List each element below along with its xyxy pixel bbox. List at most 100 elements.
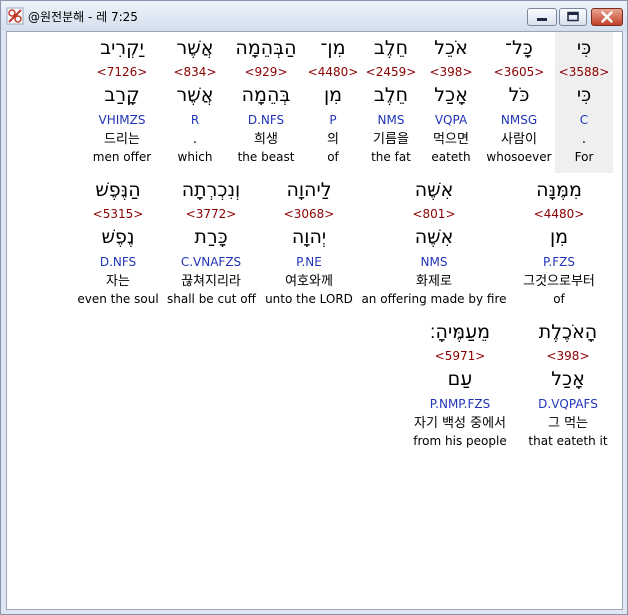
english-gloss: of bbox=[553, 292, 565, 306]
korean-gloss: . bbox=[192, 132, 198, 147]
minimize-icon bbox=[537, 18, 547, 21]
word-column[interactable]: מִן־ <4480> מִן P 의 of bbox=[306, 32, 360, 173]
korean-gloss: 그것으로부터 bbox=[523, 274, 595, 289]
word-column[interactable]: כָּל־ <3605> כֹּל NMSG 사람이 whosoever bbox=[483, 32, 555, 173]
maximize-icon bbox=[567, 11, 579, 22]
word-column[interactable]: יַקְרִיב <7126> קָרַב VHIMZS 드리는 men off… bbox=[87, 32, 157, 173]
word-column[interactable]: מִמֶּנָּה <4480> מִן P.FZS 그것으로부터 of bbox=[507, 174, 611, 315]
word-column[interactable]: הָאֹכֶלֶת <398> אָכַל D.VQPAFS 그 먹는 that… bbox=[527, 316, 609, 457]
strong-number: <7126> bbox=[96, 65, 148, 79]
korean-gloss: 끊쳐지리라 bbox=[181, 274, 241, 289]
morphology-code: P.NMP.FZS bbox=[429, 397, 491, 411]
word-column[interactable]: לַיהוָה <3068> יְהוָה P.NE 여호와께 unto the… bbox=[256, 174, 362, 315]
strong-number: <2459> bbox=[365, 65, 417, 79]
interlinear-panel[interactable]: כִּי <3588> כִּי C . For כָּל־ <3605> כֹ… bbox=[6, 31, 623, 610]
morphology-code: VQPA bbox=[434, 113, 468, 127]
english-gloss: men offer bbox=[92, 150, 152, 164]
hebrew-surface-word: כִּי bbox=[576, 37, 592, 59]
hebrew-surface-word: הָאֹכֶלֶת bbox=[538, 321, 598, 343]
word-column[interactable]: הַבְּהֵמָה <929> בְּהֵמָה D.NFS 희생 the b… bbox=[226, 32, 306, 173]
hebrew-surface-word: מֵעַמֶּיהָ׃ bbox=[429, 321, 491, 343]
english-gloss: unto the LORD bbox=[265, 292, 353, 306]
word-column[interactable]: הַנֶּפֶשׁ <5315> נֶפֶשׁ D.NFS 자는 even th… bbox=[77, 174, 159, 315]
morphology-code: NMS bbox=[420, 255, 448, 269]
english-gloss: eateth bbox=[431, 150, 471, 164]
morphology-code: VHIMZS bbox=[98, 113, 146, 127]
hebrew-lemma: נֶפֶשׁ bbox=[101, 226, 135, 248]
maximize-button[interactable] bbox=[559, 8, 587, 26]
english-gloss: the beast bbox=[237, 150, 295, 164]
english-gloss: the fat bbox=[371, 150, 411, 164]
hebrew-lemma: יְהוָה bbox=[291, 226, 327, 248]
hebrew-lemma: אֲשֶׁר bbox=[176, 84, 214, 106]
word-column[interactable]: מֵעַמֶּיהָ׃ <5971> עַם P.NMP.FZS 자기 백성 중… bbox=[397, 316, 523, 457]
morphology-code: R bbox=[190, 113, 200, 127]
close-button[interactable] bbox=[591, 8, 623, 26]
english-gloss: whosoever bbox=[486, 150, 552, 164]
morphology-code: NMS bbox=[377, 113, 405, 127]
morphology-code: C bbox=[579, 113, 589, 127]
hebrew-surface-word: אִשֶּׁה bbox=[414, 179, 454, 201]
hebrew-lemma: אָכַל bbox=[434, 84, 468, 106]
word-column[interactable]: חֵלֶב <2459> חֵלֶב NMS 기름을 the fat bbox=[361, 32, 421, 173]
hebrew-lemma: כָּרַת bbox=[194, 226, 228, 248]
english-gloss: shall be cut off bbox=[167, 292, 256, 306]
english-gloss: which bbox=[177, 150, 213, 164]
english-gloss: even the soul bbox=[77, 292, 159, 306]
word-column[interactable]: אֲשֶׁר <834> אֲשֶׁר R . which bbox=[165, 32, 225, 173]
hebrew-surface-word: יַקְרִיב bbox=[100, 37, 144, 59]
strong-number: <398> bbox=[429, 65, 473, 79]
korean-gloss: 화제로 bbox=[416, 274, 452, 289]
hebrew-lemma: אִשֶּׁה bbox=[414, 226, 454, 248]
hebrew-surface-word: כָּל־ bbox=[505, 37, 533, 59]
english-gloss: of bbox=[327, 150, 339, 164]
strong-number: <3588> bbox=[558, 65, 610, 79]
morphology-code: D.VQPAFS bbox=[538, 397, 598, 411]
strong-number: <834> bbox=[173, 65, 217, 79]
korean-gloss: 먹으면 bbox=[433, 132, 469, 147]
morphology-code: C.VNAFZS bbox=[180, 255, 242, 269]
app-window: @원전분해 - 레 7:25 כִּי <3588> כִּי C . For … bbox=[0, 0, 628, 615]
window-title: @원전분해 - 레 7:25 bbox=[28, 10, 138, 24]
strong-number: <3068> bbox=[283, 207, 335, 221]
korean-gloss: 여호와께 bbox=[285, 274, 333, 289]
hebrew-lemma: מִן bbox=[549, 226, 569, 248]
strong-number: <398> bbox=[546, 349, 590, 363]
english-gloss: from his people bbox=[413, 434, 507, 448]
word-column[interactable]: אֹכֵל <398> אָכַל VQPA 먹으면 eateth bbox=[421, 32, 481, 173]
minimize-button[interactable] bbox=[527, 8, 557, 26]
word-column[interactable]: אִשֶּׁה <801> אִשֶּׁה NMS 화제로 an offerin… bbox=[361, 174, 507, 315]
hebrew-lemma: בְּהֵמָה bbox=[241, 84, 291, 106]
strong-number: <5315> bbox=[92, 207, 144, 221]
title-bar[interactable]: @원전분해 - 레 7:25 bbox=[1, 1, 627, 31]
hebrew-surface-word: הַבְּהֵמָה bbox=[235, 37, 297, 59]
morphology-code: P bbox=[329, 113, 337, 127]
hebrew-surface-word: אֹכֵל bbox=[434, 37, 468, 59]
korean-gloss: 자는 bbox=[106, 274, 130, 289]
hebrew-lemma: עַם bbox=[447, 368, 473, 390]
strong-number: <4480> bbox=[307, 65, 359, 79]
close-icon bbox=[601, 11, 613, 23]
hebrew-surface-word: הַנֶּפֶשׁ bbox=[95, 179, 141, 201]
morphology-code: D.NFS bbox=[99, 255, 137, 269]
morphology-code: P.FZS bbox=[543, 255, 575, 269]
english-gloss: For bbox=[574, 150, 594, 164]
korean-gloss: 희생 bbox=[254, 132, 278, 147]
strong-number: <4480> bbox=[533, 207, 585, 221]
hebrew-lemma: קָרַב bbox=[104, 84, 140, 106]
hebrew-surface-word: חֵלֶב bbox=[373, 37, 409, 59]
hebrew-surface-word: לַיהוָה bbox=[286, 179, 332, 201]
strong-number: <5971> bbox=[434, 349, 486, 363]
morphology-code: P.NE bbox=[296, 255, 322, 269]
korean-gloss: . bbox=[581, 132, 587, 147]
hebrew-surface-word: וְנִכְרְתָה bbox=[181, 179, 241, 201]
hebrew-surface-word: מִמֶּנָּה bbox=[536, 179, 582, 201]
app-icon bbox=[6, 7, 24, 25]
word-column[interactable]: וְנִכְרְתָה <3772> כָּרַת C.VNAFZS 끊쳐지리라… bbox=[167, 174, 256, 315]
strong-number: <3605> bbox=[493, 65, 545, 79]
hebrew-lemma: חֵלֶב bbox=[373, 84, 409, 106]
korean-gloss: 드리는 bbox=[104, 132, 140, 147]
word-column[interactable]: כִּי <3588> כִּי C . For bbox=[555, 32, 613, 173]
strong-number: <801> bbox=[412, 207, 456, 221]
korean-gloss: 사람이 bbox=[501, 132, 537, 147]
